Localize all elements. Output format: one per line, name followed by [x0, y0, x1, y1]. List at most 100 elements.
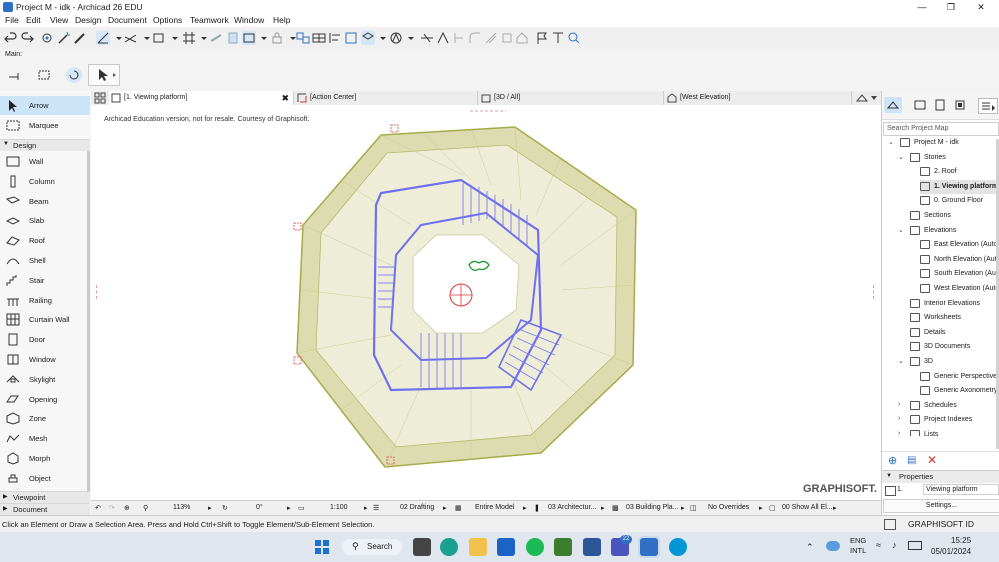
- lock-icon[interactable]: [270, 31, 284, 45]
- pointer-selector[interactable]: [88, 64, 120, 86]
- tab-action-center[interactable]: [Action Center]: [295, 91, 478, 105]
- project-map-item[interactable]: ⌄ 3D: [898, 355, 996, 369]
- chevron-right-icon[interactable]: ›: [898, 430, 900, 436]
- chevron-down-icon[interactable]: [286, 31, 296, 45]
- flag-icon[interactable]: [535, 31, 549, 45]
- magic-wand-icon[interactable]: [57, 31, 71, 45]
- intersect-icon[interactable]: [452, 31, 466, 45]
- chevron-down-icon[interactable]: [140, 31, 150, 45]
- select-frame-icon[interactable]: [344, 31, 358, 45]
- scale-icon[interactable]: ▭: [298, 504, 305, 512]
- minecraft-icon[interactable]: [554, 538, 572, 556]
- chevron-right-icon[interactable]: ▸: [443, 504, 447, 512]
- show-selection-icon[interactable]: [226, 31, 240, 45]
- project-map-item[interactable]: ⌄ Elevations: [898, 224, 996, 238]
- archicad-taskbar-icon[interactable]: [640, 538, 658, 556]
- graphic-override[interactable]: No Overrides: [708, 504, 749, 511]
- tool-opening[interactable]: Opening: [0, 390, 90, 409]
- chevron-right-icon[interactable]: ▸: [759, 504, 763, 512]
- rotation-value[interactable]: 0°: [256, 504, 263, 511]
- onedrive-icon[interactable]: [826, 541, 840, 551]
- close-icon[interactable]: ✖: [281, 91, 289, 105]
- word-icon[interactable]: [583, 538, 601, 556]
- tool-zone[interactable]: Zone: [0, 409, 90, 428]
- pet-palette-icon[interactable]: [40, 31, 54, 45]
- input-language[interactable]: ENG: [850, 536, 866, 545]
- zoom-icon[interactable]: ⚲: [143, 504, 148, 512]
- menu-options[interactable]: Options: [153, 15, 182, 25]
- section-viewpoint[interactable]: ▶ Viewpoint: [0, 491, 90, 503]
- tool-stair[interactable]: Stair: [0, 271, 90, 290]
- guide-lines-icon[interactable]: [124, 31, 138, 45]
- project-map-item[interactable]: 0. Ground Floor: [920, 194, 996, 208]
- redo-icon[interactable]: [20, 31, 34, 45]
- explode-icon[interactable]: [500, 31, 514, 45]
- chevron-down-icon[interactable]: [168, 31, 178, 45]
- task-view-icon[interactable]: [413, 538, 431, 556]
- tool-object[interactable]: Object: [0, 469, 90, 488]
- minimize-button[interactable]: —: [908, 0, 936, 14]
- rotate-view-icon[interactable]: ↻: [222, 504, 228, 512]
- canvas-splitter-left[interactable]: [96, 285, 101, 299]
- dimension-standard[interactable]: 00 Show All El...: [782, 504, 833, 511]
- edge-browser-icon[interactable]: [440, 538, 458, 556]
- chevron-down-icon[interactable]: ⌄: [898, 357, 904, 365]
- chevron-right-icon[interactable]: ▸: [601, 504, 605, 512]
- tool-skylight[interactable]: Skylight: [0, 370, 90, 389]
- project-map-item[interactable]: 3D Documents: [910, 340, 996, 354]
- project-map-item[interactable]: Interior Elevations: [910, 297, 996, 311]
- chevron-right-icon[interactable]: ›: [898, 401, 900, 408]
- elevate-icon[interactable]: [551, 31, 565, 45]
- project-map-item[interactable]: Worksheets: [910, 311, 996, 325]
- project-map-icon[interactable]: [884, 97, 902, 113]
- pen-set-icon[interactable]: ❚: [534, 504, 540, 512]
- selection-method-icon[interactable]: [38, 69, 54, 81]
- chevron-down-icon[interactable]: ⌄: [898, 226, 904, 234]
- chevron-down-icon[interactable]: [257, 31, 267, 45]
- chevron-right-icon[interactable]: ›: [898, 415, 900, 422]
- clock-time[interactable]: 15:25: [951, 536, 971, 545]
- tab-3d-all[interactable]: [3D / All]: [479, 91, 664, 105]
- menu-view[interactable]: View: [50, 15, 68, 25]
- tab-overflow-icon[interactable]: [855, 92, 877, 104]
- rotate-icon[interactable]: [66, 67, 82, 83]
- tool-column[interactable]: Column: [0, 172, 90, 191]
- chevron-down-icon[interactable]: [112, 31, 122, 45]
- trace-icon[interactable]: [209, 31, 223, 45]
- project-map-item[interactable]: North Elevation (Auto: [920, 253, 999, 267]
- project-map-item[interactable]: Sections: [910, 209, 996, 223]
- dimension-icon[interactable]: ▢: [769, 504, 776, 512]
- mark-up-icon[interactable]: [389, 31, 403, 45]
- split-icon[interactable]: [420, 31, 434, 45]
- layers-icon[interactable]: ☰: [373, 504, 379, 512]
- tool-wall[interactable]: Wall: [0, 152, 90, 171]
- battery-icon[interactable]: [908, 541, 922, 550]
- project-map-item[interactable]: › Lists: [898, 428, 996, 436]
- properties-header[interactable]: ▼ Properties: [882, 470, 999, 483]
- zoom-in-icon[interactable]: ⊕: [124, 504, 130, 512]
- offset-icon[interactable]: [484, 31, 498, 45]
- menu-edit[interactable]: Edit: [26, 15, 41, 25]
- table-icon[interactable]: [312, 31, 326, 45]
- chevron-up-icon[interactable]: ⌃: [806, 542, 814, 553]
- fillet-icon[interactable]: [468, 31, 482, 45]
- floor-plan-canvas[interactable]: Archicad Education version, not for resa…: [91, 105, 881, 500]
- tab-west-elevation[interactable]: [West Elevation]: [665, 91, 852, 105]
- tool-window[interactable]: Window: [0, 350, 90, 369]
- input-layout[interactable]: INTL: [850, 546, 866, 555]
- maximize-button[interactable]: ❐: [937, 0, 965, 14]
- toolbox-scrollbar[interactable]: [87, 151, 90, 491]
- mvo-icon[interactable]: ▩: [612, 504, 619, 512]
- tool-shell[interactable]: Shell: [0, 251, 90, 270]
- wifi-icon[interactable]: ≈: [876, 540, 881, 550]
- section-document[interactable]: ▶ Document: [0, 503, 90, 515]
- grid-view-icon[interactable]: [94, 92, 106, 104]
- project-map-item[interactable]: › Project Indexes: [898, 413, 996, 427]
- align-icon[interactable]: [328, 31, 342, 45]
- project-map-item[interactable]: West Elevation (Auto-: [920, 282, 999, 296]
- close-window-button[interactable]: ✕: [967, 0, 995, 14]
- layer-combination[interactable]: 02 Drafting: [400, 504, 434, 511]
- model-view-icon[interactable]: ▦: [455, 504, 462, 512]
- 3d-view-icon[interactable]: [361, 31, 375, 45]
- clock-date[interactable]: 05/01/2024: [931, 547, 971, 556]
